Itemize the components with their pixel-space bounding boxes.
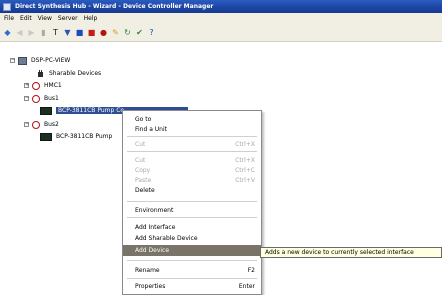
menu-item-go-to[interactable]: Go to — [123, 114, 261, 124]
menu-separator — [127, 201, 257, 202]
tree-item-shared-devices[interactable]: Sharable Devices — [36, 69, 101, 78]
menu-separator — [127, 136, 257, 137]
interface-node-icon — [32, 81, 40, 90]
menu-separator — [127, 260, 257, 261]
interface-node-icon — [32, 120, 40, 129]
device-icon — [40, 132, 52, 141]
logo-icon[interactable]: ◆ — [3, 28, 12, 37]
properties-icon[interactable]: T — [51, 28, 60, 37]
menu-item-label: Find a Unit — [135, 125, 167, 133]
menu-item-label: Go to — [135, 115, 152, 123]
context-menu: Go to Find a Unit Cut Ctrl+X Cut Ctrl+X … — [122, 110, 262, 295]
menu-separator — [127, 217, 257, 218]
forward-icon[interactable]: ▶ — [27, 28, 36, 37]
menu-item-label: Add Sharable Device — [135, 234, 198, 242]
menu-item-paste[interactable]: Paste Ctrl+V — [123, 175, 261, 185]
menu-item-label: Environment — [135, 206, 174, 214]
tooltip: Adds a new device to currently selected … — [260, 247, 442, 258]
menu-item-cut-disabled[interactable]: Cut Ctrl+X — [123, 139, 261, 149]
collapse-icon[interactable]: − — [10, 58, 15, 63]
tree-item-device[interactable]: BCP-3811CB Pump — [40, 132, 112, 141]
menu-separator — [127, 151, 257, 152]
tree-item-label: Bus1 — [44, 95, 59, 102]
menu-item-add-interface[interactable]: Add Interface — [123, 222, 261, 232]
menu-item-label: Cut — [135, 140, 146, 148]
tree-root-label: DSP-PC-VIEW — [31, 57, 71, 64]
menu-separator — [127, 278, 257, 279]
interface-node-icon — [32, 94, 40, 103]
filter-icon[interactable]: ▼ — [63, 28, 72, 37]
menu-item-label: Properties — [135, 282, 166, 290]
back-icon[interactable]: ◀ — [15, 28, 24, 37]
tree-item-node1[interactable]: + HMC1 — [24, 81, 62, 90]
menu-bar: File Edit View Server Help — [0, 13, 442, 24]
title-bar: Direct Synthesis Hub - Wizard - Device C… — [0, 0, 442, 13]
app-icon — [3, 2, 11, 11]
menu-edit[interactable]: Edit — [20, 15, 32, 22]
settings-icon[interactable]: ● — [99, 28, 108, 37]
menu-item-shortcut: Ctrl+V — [235, 176, 255, 184]
help-icon[interactable]: ? — [147, 28, 156, 37]
menu-item-label: Add Interface — [135, 223, 176, 231]
menu-item-shortcut: F2 — [247, 266, 255, 274]
menu-item-find-unit[interactable]: Find a Unit — [123, 124, 261, 134]
menu-item-label: Cut — [135, 156, 146, 164]
tooltip-text: Adds a new device to currently selected … — [265, 249, 414, 256]
menu-item-label: Paste — [135, 176, 152, 184]
tree-item-label: BCP-3811CB Pump — [56, 133, 113, 140]
tree-root[interactable]: − DSP-PC-VIEW — [10, 56, 70, 65]
menu-item-label: Add Device — [135, 247, 170, 254]
menu-item-shortcut: Ctrl+C — [235, 166, 255, 174]
ok-icon[interactable]: ✔ — [135, 28, 144, 37]
expand-icon[interactable]: + — [24, 83, 29, 88]
menu-help[interactable]: Help — [84, 15, 98, 22]
tree-item-node2[interactable]: − Bus1 — [24, 94, 59, 103]
menu-item-shortcut: Ctrl+X — [235, 140, 255, 148]
collapse-icon[interactable]: − — [24, 122, 29, 127]
menu-item-add-device[interactable]: Add Device — [123, 245, 261, 256]
menu-item-label: Delete — [135, 186, 155, 194]
record-icon[interactable]: ■ — [87, 28, 96, 37]
menu-item-properties[interactable]: Properties Enter — [123, 281, 261, 291]
tree-item-label: HMC1 — [44, 82, 62, 89]
tree-item-node3[interactable]: − Bus2 — [24, 120, 59, 129]
tree-item-label: Bus2 — [44, 121, 59, 128]
menu-item-add-sharable-device[interactable]: Add Sharable Device — [123, 233, 261, 243]
menu-item-environment[interactable]: Environment — [123, 205, 261, 215]
menu-item-label: Rename — [135, 266, 160, 274]
menu-server[interactable]: Server — [58, 15, 78, 22]
tools-icon[interactable]: ✎ — [111, 28, 120, 37]
menu-item-label: Copy — [135, 166, 151, 174]
menu-file[interactable]: File — [4, 15, 14, 22]
tree-item-label: Sharable Devices — [49, 70, 102, 77]
collapse-icon[interactable]: − — [24, 96, 29, 101]
menu-view[interactable]: View — [38, 15, 52, 22]
computer-icon — [18, 56, 27, 65]
menu-item-shortcut: Ctrl+X — [235, 156, 255, 164]
device-icon — [40, 106, 52, 115]
up-icon[interactable]: ▮ — [39, 28, 48, 37]
menu-item-copy[interactable]: Copy Ctrl+C — [123, 165, 261, 175]
window-title: Direct Synthesis Hub - Wizard - Device C… — [15, 3, 214, 10]
menu-item-delete[interactable]: Delete — [123, 185, 261, 195]
toolbar: ◆ ◀ ▶ ▮ T ▼ ■ ■ ● ✎ ↻ ✔ ? — [0, 24, 442, 42]
menu-item-shortcut: Enter — [238, 282, 255, 290]
plug-icon — [38, 69, 43, 77]
stop-icon[interactable]: ■ — [75, 28, 84, 37]
menu-item-cut[interactable]: Cut Ctrl+X — [123, 155, 261, 165]
refresh-icon[interactable]: ↻ — [123, 28, 132, 37]
menu-item-rename[interactable]: Rename F2 — [123, 265, 261, 275]
